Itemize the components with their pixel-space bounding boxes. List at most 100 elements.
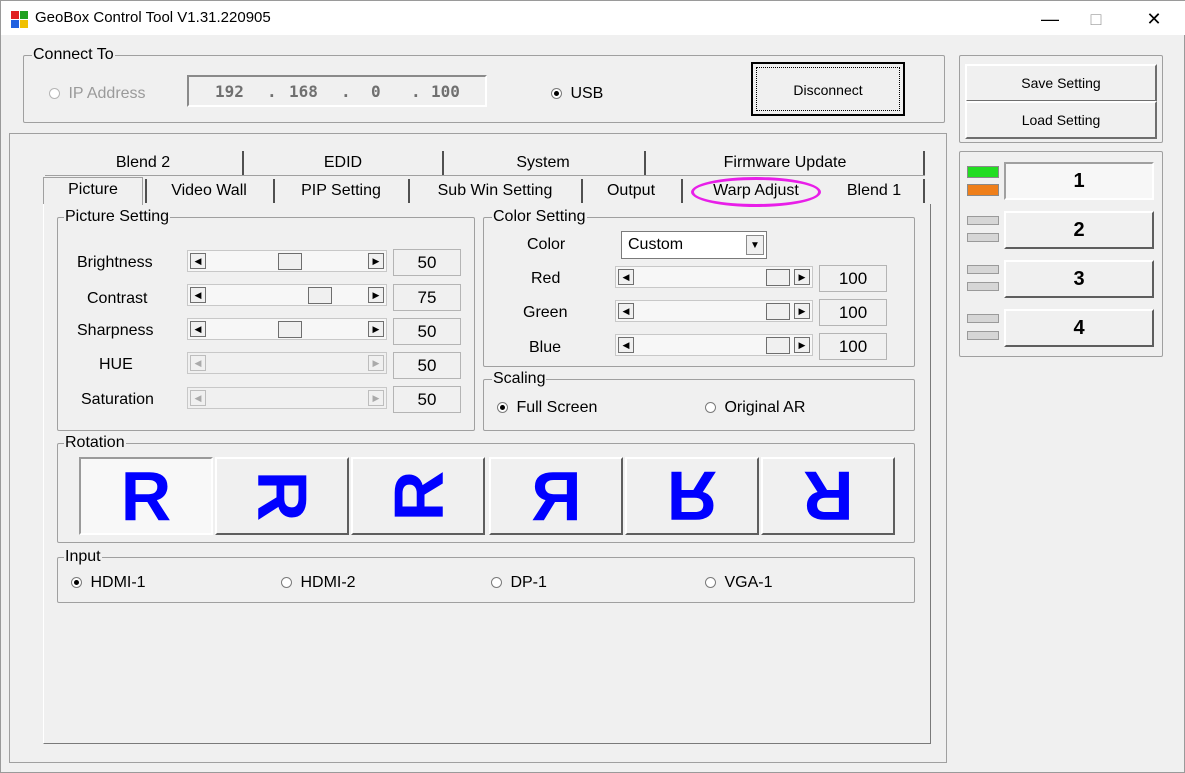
usb-radio[interactable]: USB: [551, 85, 603, 103]
rotation-180-button[interactable]: R: [761, 457, 895, 535]
tab-blend-1[interactable]: Blend 1: [827, 179, 921, 203]
left-arrow-icon[interactable]: ◀: [618, 269, 634, 285]
slider-thumb[interactable]: [278, 321, 302, 338]
disconnect-label: Disconnect: [756, 67, 900, 111]
right-arrow-icon[interactable]: ▶: [368, 253, 384, 269]
right-arrow-icon[interactable]: ▶: [368, 287, 384, 303]
disconnect-button[interactable]: Disconnect: [751, 62, 905, 116]
ip-address-radio[interactable]: IP Address: [49, 85, 146, 103]
radio-circle[interactable]: [491, 577, 502, 589]
usb-label: USB: [570, 85, 604, 102]
flip-vertical-button[interactable]: R: [625, 457, 759, 535]
radio-circle[interactable]: [281, 577, 292, 589]
output-4-button[interactable]: 4: [1004, 309, 1154, 347]
maximize-button[interactable]: □: [1073, 7, 1119, 31]
input-dp1-radio[interactable]: DP-1: [491, 574, 547, 592]
right-arrow-icon[interactable]: ▶: [794, 337, 810, 353]
left-arrow-icon[interactable]: ◀: [190, 287, 206, 303]
green-label: Green: [523, 304, 568, 321]
red-slider[interactable]: ◀ ▶: [615, 266, 813, 288]
rotation-180-glyph: R: [802, 457, 854, 535]
contrast-value: 75: [393, 284, 461, 311]
contrast-slider[interactable]: ◀ ▶: [187, 284, 387, 306]
slider-thumb[interactable]: [278, 253, 302, 270]
slider-thumb[interactable]: [308, 287, 332, 304]
output-1-button[interactable]: 1: [1004, 162, 1154, 200]
radio-circle[interactable]: [705, 402, 716, 414]
input-hdmi1-radio[interactable]: HDMI-1: [71, 574, 146, 592]
tab-separator: [581, 179, 583, 203]
right-arrow-icon[interactable]: ▶: [794, 269, 810, 285]
save-setting-button[interactable]: Save Setting: [965, 64, 1157, 102]
slider-thumb[interactable]: [766, 269, 790, 286]
ip-address-field[interactable]: 192 . 168 . 0 . 100: [187, 75, 487, 107]
chevron-down-icon[interactable]: ▼: [746, 235, 764, 255]
usb-radio-circle[interactable]: [551, 88, 562, 100]
input-vga1-radio[interactable]: VGA-1: [705, 574, 772, 592]
tab-sub-win-setting[interactable]: Sub Win Setting: [411, 179, 579, 203]
input-hdmi2-radio[interactable]: HDMI-2: [281, 574, 356, 592]
sharpness-slider[interactable]: ◀ ▶: [187, 318, 387, 340]
left-arrow-icon[interactable]: ◀: [190, 355, 206, 371]
tab-separator: [242, 151, 244, 175]
tab-video-wall[interactable]: Video Wall: [148, 179, 270, 203]
full-screen-radio[interactable]: Full Screen: [497, 399, 597, 417]
original-ar-radio[interactable]: Original AR: [705, 399, 805, 417]
left-arrow-icon[interactable]: ◀: [618, 337, 634, 353]
load-setting-button[interactable]: Load Setting: [965, 101, 1157, 139]
color-select-value: Custom: [628, 236, 684, 253]
rotation-270-button[interactable]: R: [351, 457, 485, 535]
output-4-indicator-bottom: [967, 331, 999, 340]
right-arrow-icon[interactable]: ▶: [794, 303, 810, 319]
green-value: 100: [819, 299, 887, 326]
saturation-slider[interactable]: ◀ ▶: [187, 387, 387, 409]
ip-dot-2: .: [341, 82, 351, 101]
radio-circle[interactable]: [705, 577, 716, 589]
hdmi1-label: HDMI-1: [90, 574, 146, 591]
flip-horizontal-button[interactable]: R: [489, 457, 623, 535]
right-arrow-icon[interactable]: ▶: [368, 390, 384, 406]
brightness-label: Brightness: [77, 254, 153, 271]
left-arrow-icon[interactable]: ◀: [618, 303, 634, 319]
tab-firmware-update[interactable]: Firmware Update: [647, 151, 923, 175]
color-select[interactable]: Custom ▼: [621, 231, 767, 259]
right-arrow-icon[interactable]: ▶: [368, 321, 384, 337]
slider-thumb[interactable]: [766, 303, 790, 320]
hdmi2-label: HDMI-2: [300, 574, 356, 591]
rotation-0-glyph: R: [120, 457, 172, 535]
blue-slider[interactable]: ◀ ▶: [615, 334, 813, 356]
output-1-indicator-bottom: [967, 184, 999, 196]
output-3-button[interactable]: 3: [1004, 260, 1154, 298]
blue-value: 100: [819, 333, 887, 360]
flip-horizontal-glyph: R: [530, 457, 582, 535]
rotation-90-button[interactable]: R: [215, 457, 349, 535]
tab-pip-setting[interactable]: PIP Setting: [276, 179, 406, 203]
tab-edid[interactable]: EDID: [245, 151, 441, 175]
left-arrow-icon[interactable]: ◀: [190, 321, 206, 337]
left-arrow-icon[interactable]: ◀: [190, 390, 206, 406]
tab-output[interactable]: Output: [584, 179, 678, 203]
close-button[interactable]: ✕: [1131, 7, 1177, 31]
radio-circle[interactable]: [71, 577, 82, 589]
ip-octet-4: 100: [431, 82, 460, 101]
output-2-button[interactable]: 2: [1004, 211, 1154, 249]
tab-picture[interactable]: Picture: [43, 177, 143, 205]
hue-label: HUE: [99, 356, 133, 373]
tab-separator: [145, 179, 147, 203]
minimize-button[interactable]: —: [1027, 7, 1073, 31]
slider-thumb[interactable]: [766, 337, 790, 354]
brightness-slider[interactable]: ◀ ▶: [187, 250, 387, 272]
rotation-0-button[interactable]: R: [79, 457, 213, 535]
left-arrow-icon[interactable]: ◀: [190, 253, 206, 269]
tab-separator: [681, 179, 683, 203]
tab-separator: [408, 179, 410, 203]
ip-radio-circle[interactable]: [49, 88, 60, 100]
tab-system[interactable]: System: [445, 151, 641, 175]
green-slider[interactable]: ◀ ▶: [615, 300, 813, 322]
right-arrow-icon[interactable]: ▶: [368, 355, 384, 371]
rotation-90-glyph: R: [243, 470, 321, 522]
tab-warp-adjust[interactable]: Warp Adjust: [691, 177, 821, 207]
hue-slider[interactable]: ◀ ▶: [187, 352, 387, 374]
tab-blend-2[interactable]: Blend 2: [45, 151, 241, 175]
radio-circle[interactable]: [497, 402, 508, 414]
